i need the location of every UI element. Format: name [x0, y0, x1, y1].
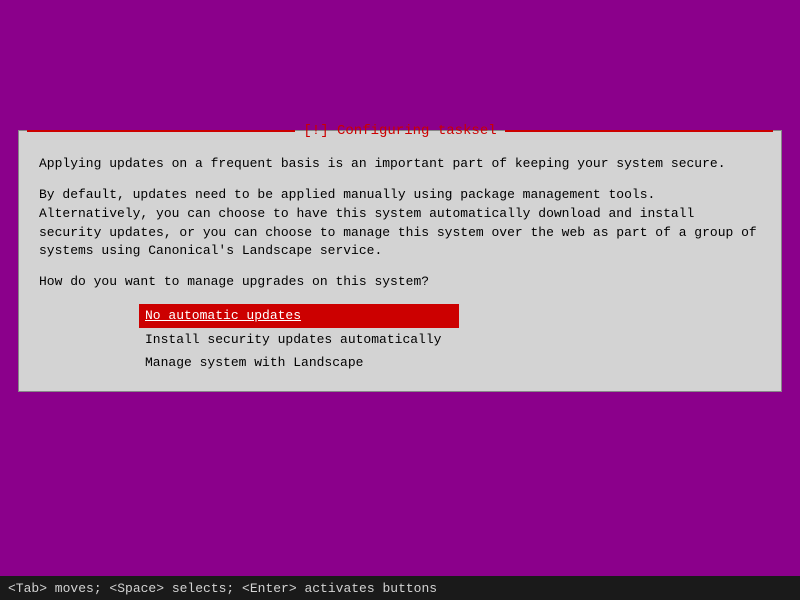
title-bar-line-right	[505, 130, 773, 132]
options-list: No automatic updates Install security up…	[139, 304, 761, 375]
paragraph-3: How do you want to manage upgrades on th…	[39, 273, 761, 292]
dialog-window: [!] Configuring tasksel Applying updates…	[18, 130, 782, 392]
status-bar-text: <Tab> moves; <Space> selects; <Enter> ac…	[8, 581, 437, 596]
paragraph-2: By default, updates need to be applied m…	[39, 186, 761, 261]
title-bar: [!] Configuring tasksel	[19, 121, 781, 141]
paragraph-1: Applying updates on a frequent basis is …	[39, 155, 761, 174]
option-no-automatic-updates[interactable]: No automatic updates	[139, 304, 459, 328]
dialog-title: [!] Configuring tasksel	[295, 123, 504, 139]
option-install-security-updates[interactable]: Install security updates automatically	[139, 328, 459, 352]
status-bar: <Tab> moves; <Space> selects; <Enter> ac…	[0, 576, 800, 600]
title-bar-line-left	[27, 130, 295, 132]
dialog-body: Applying updates on a frequent basis is …	[19, 151, 781, 391]
option-manage-with-landscape[interactable]: Manage system with Landscape	[139, 351, 459, 375]
